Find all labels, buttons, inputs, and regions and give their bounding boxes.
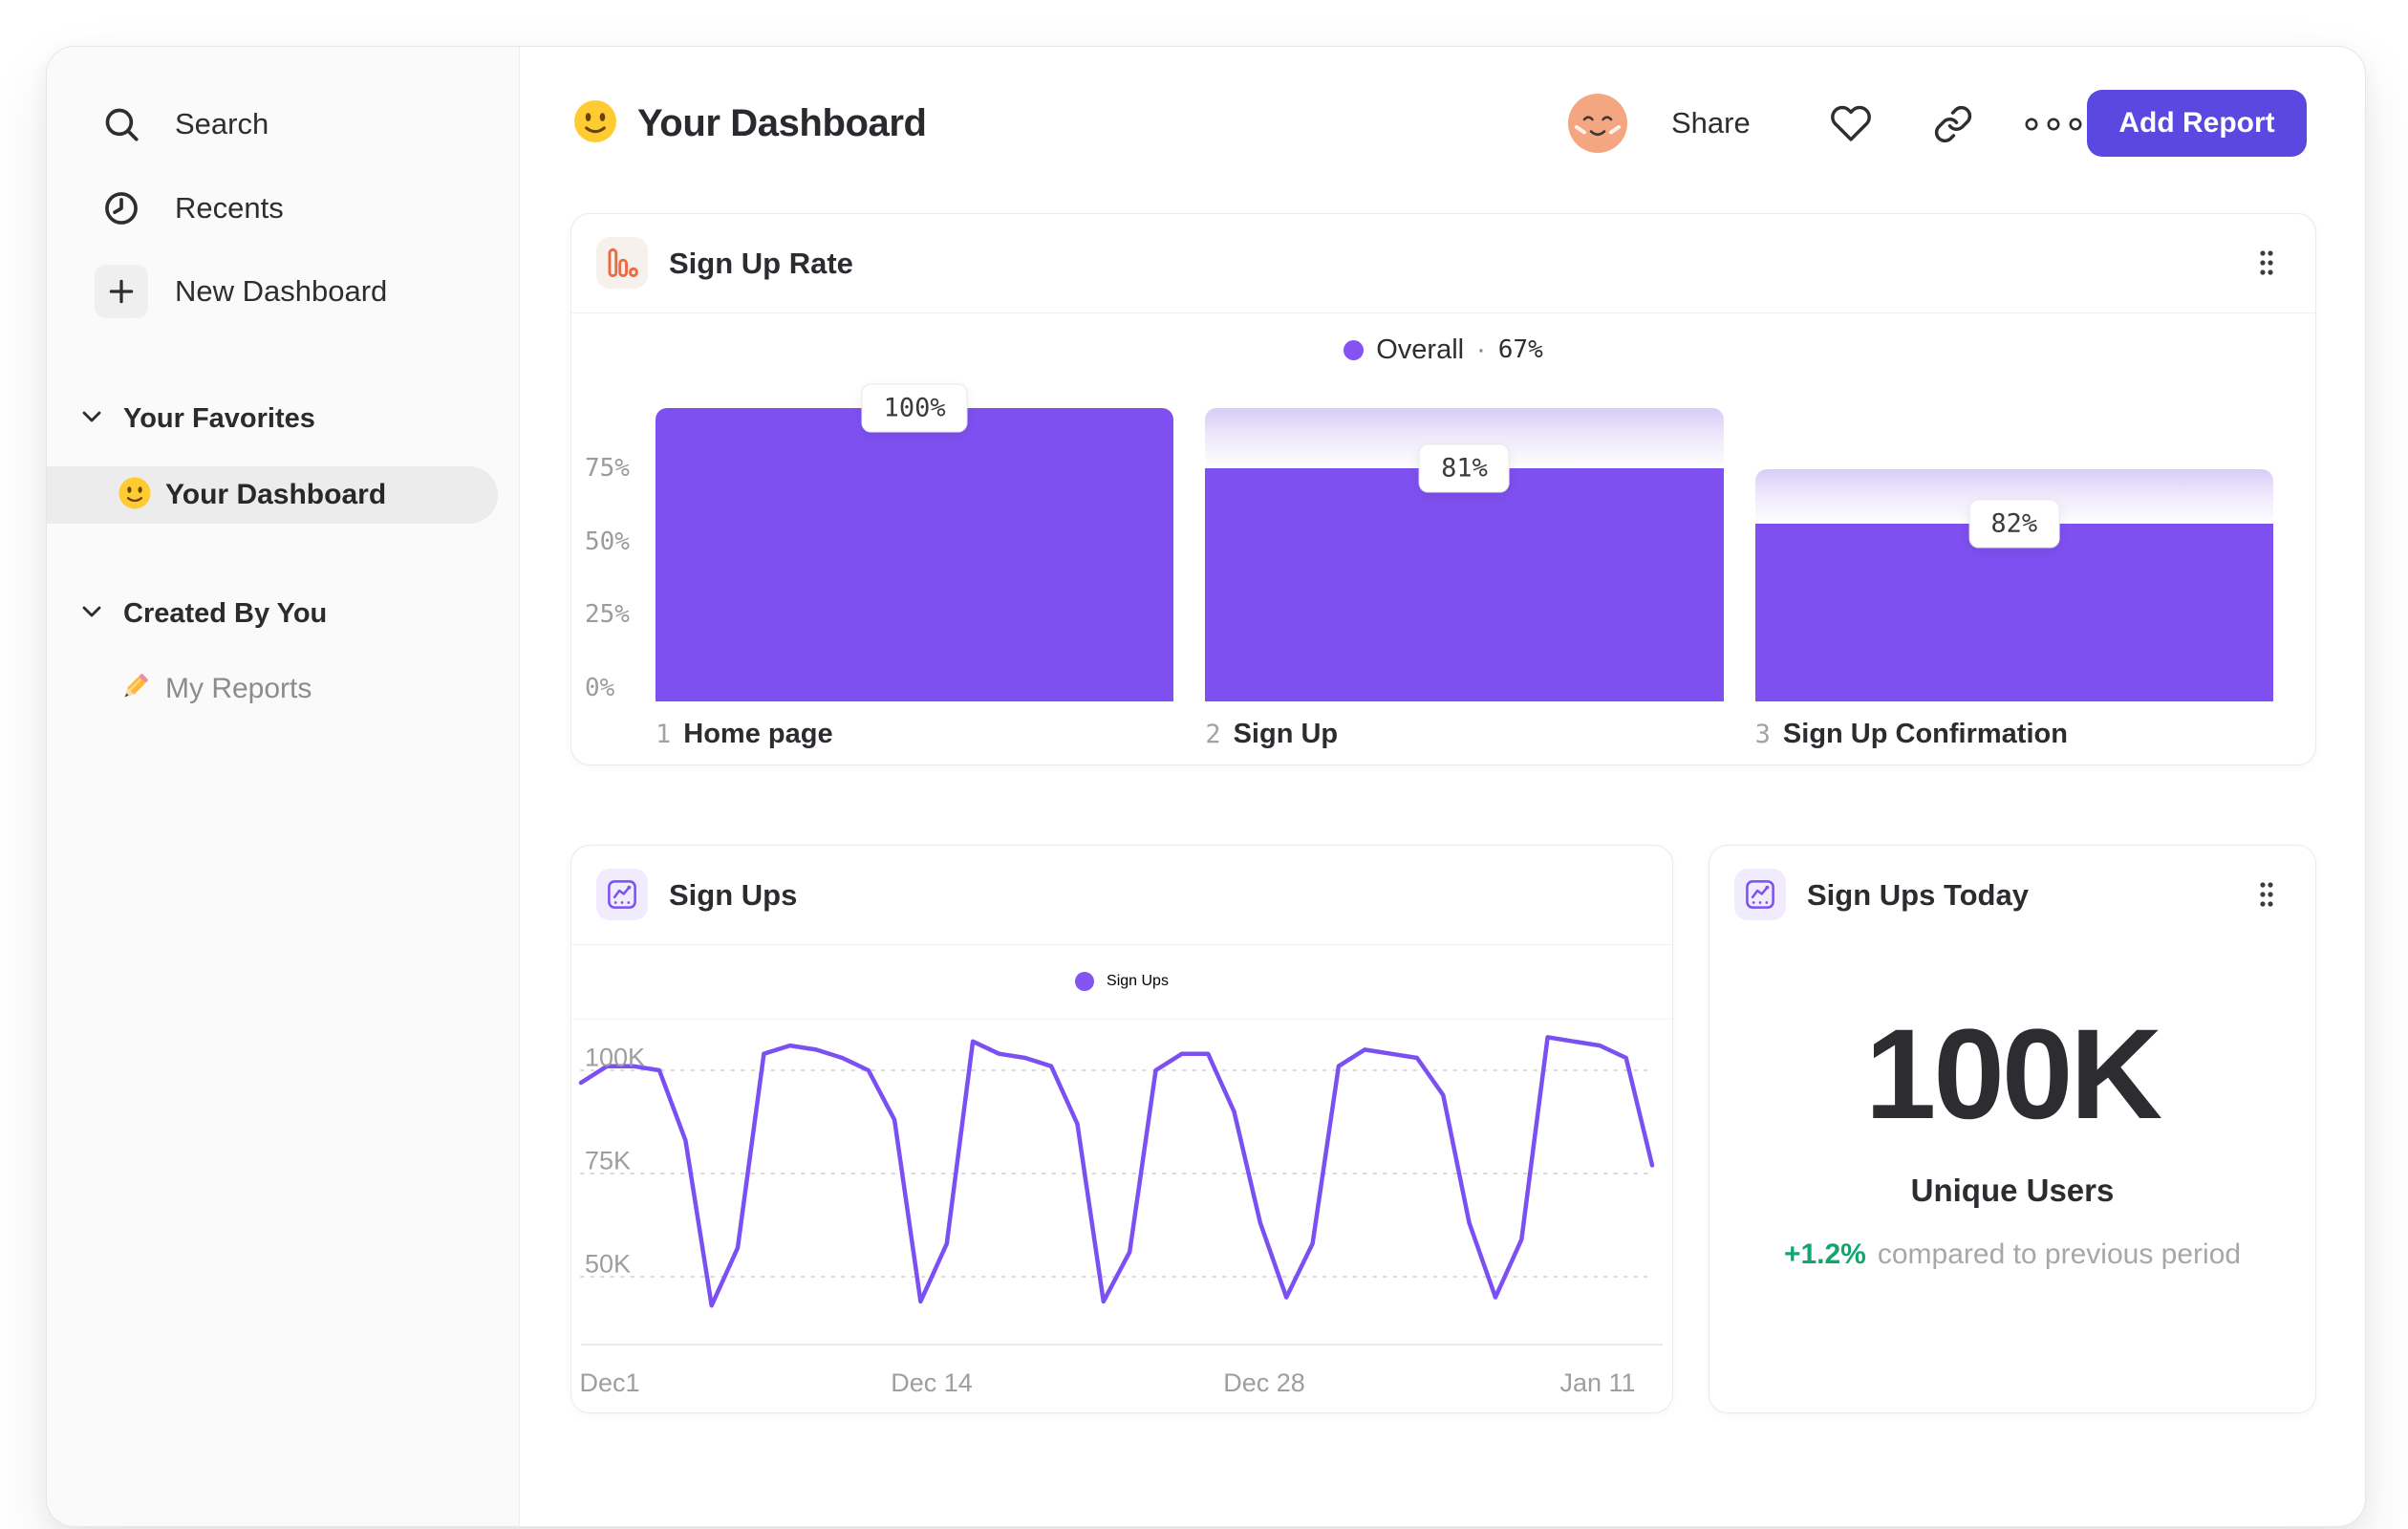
line-series: [578, 1035, 1655, 1308]
funnel-step-label: 1 Home page: [656, 719, 1173, 750]
step-index: 3: [1754, 720, 1771, 749]
metric-value: 100K: [1864, 1003, 2162, 1146]
search-icon: [95, 97, 148, 151]
section-title: Created By You: [123, 597, 328, 629]
sidebar-item-label: Recents: [175, 191, 284, 225]
funnel-x-axis: 1 Home page 2 Sign Up 3 Sign Up Confirma…: [656, 719, 2273, 750]
funnel-bar-sign-up-confirmation[interactable]: 82%: [1754, 408, 2273, 701]
bar-chart-icon: [596, 237, 648, 289]
legend-separator: ·: [1476, 334, 1486, 365]
sign-ups-today-card: Sign Ups Today 100K Unique Users +1.2% c…: [1709, 845, 2316, 1413]
sidebar-item-search[interactable]: Search: [47, 91, 519, 158]
sidebar-item-label: Search: [175, 107, 269, 140]
clock-icon: [95, 182, 148, 235]
step-index: 2: [1205, 720, 1221, 749]
legend-dot: [1075, 972, 1095, 991]
section-created-by-you[interactable]: Created By You: [81, 594, 327, 633]
user-avatar[interactable]: [1568, 94, 1627, 153]
sidebar: Search Recents New Dashboard Your Favori…: [47, 47, 520, 1526]
sidebar-item-your-dashboard[interactable]: Your Dashboard: [47, 466, 498, 524]
funnel-bar-sign-up[interactable]: 81%: [1205, 408, 1724, 701]
delta-value: +1.2%: [1783, 1238, 1866, 1270]
y-axis-tick: 75K: [585, 1146, 632, 1175]
smiley-emoji-icon: [118, 476, 152, 515]
funnel-legend: Overall · 67%: [571, 331, 2315, 369]
x-axis-line: [581, 1344, 1663, 1346]
sidebar-item-new-dashboard[interactable]: New Dashboard: [47, 258, 519, 325]
copy-link-icon[interactable]: [1933, 104, 1973, 144]
legend-series-label: Sign Ups: [1107, 973, 1169, 989]
legend-overall-value: 67%: [1497, 335, 1543, 364]
legend-series-label: Overall: [1376, 334, 1465, 365]
line-chart-icon: [596, 869, 648, 920]
step-name: Home page: [683, 719, 833, 749]
app-window: Search Recents New Dashboard Your Favori…: [46, 46, 2366, 1527]
share-button[interactable]: Share: [1671, 106, 1751, 140]
sign-ups-card: Sign Ups Sign Ups 100K 75K 50K Dec1 Dec …: [570, 845, 1673, 1413]
sidebar-item-recents[interactable]: Recents: [47, 175, 519, 242]
y-axis-tick: 100K: [585, 1043, 646, 1072]
y-axis-tick: 0%: [585, 673, 615, 702]
step-name: Sign Up: [1233, 719, 1339, 749]
delta-note: compared to previous period: [1877, 1238, 2242, 1270]
x-axis-tick: Dec 14: [891, 1368, 973, 1397]
chevron-down-icon: [81, 605, 102, 623]
x-axis-tick: Dec1: [579, 1368, 640, 1397]
funnel-value-tooltip: 81%: [1419, 443, 1510, 493]
page-title: Your Dashboard: [572, 97, 927, 150]
card-header: Sign Ups: [571, 846, 1672, 945]
y-axis-tick: 75%: [585, 454, 630, 483]
favorite-heart-icon[interactable]: [1830, 102, 1872, 144]
step-name: Sign Up Confirmation: [1782, 719, 2068, 749]
funnel-bar-solid: [1205, 467, 1724, 701]
line-plot-area[interactable]: 100K 75K 50K: [578, 1019, 1655, 1344]
funnel-step-label: 3 Sign Up Confirmation: [1755, 719, 2273, 750]
y-axis-tick: 50K: [585, 1249, 632, 1279]
funnel-bar-solid: [1754, 524, 2273, 701]
plus-icon: [95, 265, 148, 318]
card-title: Sign Ups Today: [1807, 877, 2029, 912]
chevron-down-icon: [81, 410, 102, 428]
card-header: Sign Ups Today: [1709, 846, 2315, 944]
metric-label: Unique Users: [1910, 1173, 2115, 1208]
funnel-plot-area: 100% 81% 82%: [656, 383, 2273, 701]
card-title: Sign Ups: [669, 877, 798, 912]
funnel-bar-home-page[interactable]: 100%: [656, 383, 1174, 701]
sign-ups-line-chart: [578, 1035, 1655, 1308]
x-axis-tick: Jan 11: [1559, 1368, 1636, 1397]
sidebar-item-my-reports[interactable]: My Reports: [47, 660, 498, 718]
y-axis-tick: 50%: [585, 527, 630, 556]
line-chart-icon: [1734, 869, 1786, 920]
pencil-emoji-icon: [118, 670, 152, 709]
section-your-favorites[interactable]: Your Favorites: [81, 399, 315, 438]
sign-up-rate-card: Sign Up Rate Overall · 67% 75% 50% 25% 0…: [570, 213, 2316, 765]
sidebar-item-label: Your Dashboard: [165, 479, 387, 510]
sidebar-item-label: My Reports: [165, 673, 312, 704]
metric-delta: +1.2% compared to previous period: [1709, 1238, 2315, 1271]
legend-dot: [1344, 339, 1365, 360]
funnel-bar-solid: [656, 408, 1174, 701]
drag-handle-icon[interactable]: [2256, 247, 2277, 279]
x-axis-tick: Dec 28: [1223, 1368, 1305, 1397]
step-index: 1: [656, 720, 672, 749]
drag-handle-icon[interactable]: [2256, 878, 2277, 911]
funnel-value-tooltip: 82%: [1968, 499, 2060, 549]
funnel-step-label: 2 Sign Up: [1205, 719, 1723, 750]
more-options-ellipsis-icon[interactable]: [2023, 116, 2084, 133]
section-title: Your Favorites: [123, 402, 315, 434]
y-axis-tick: 25%: [585, 600, 630, 629]
sidebar-item-label: New Dashboard: [175, 274, 388, 308]
add-report-button[interactable]: Add Report: [2087, 90, 2307, 157]
card-title: Sign Up Rate: [669, 246, 853, 280]
smiley-emoji-icon: [572, 98, 618, 149]
card-header: Sign Up Rate: [571, 214, 2315, 313]
line-legend: Sign Ups: [571, 944, 1672, 1020]
dashboard-title: Your Dashboard: [637, 101, 927, 144]
funnel-value-tooltip: 100%: [861, 383, 968, 433]
